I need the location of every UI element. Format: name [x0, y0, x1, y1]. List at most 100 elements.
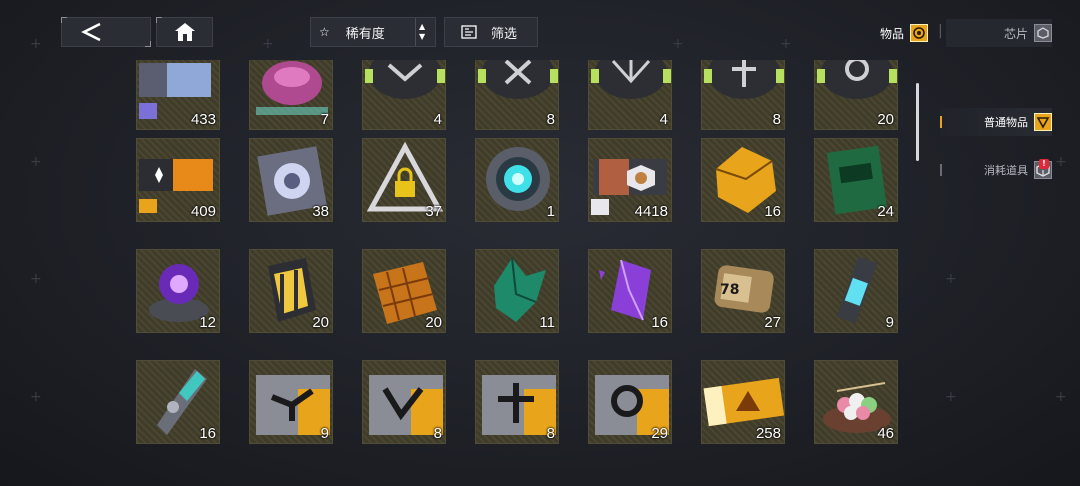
inventory-item[interactable]: 4	[588, 60, 672, 130]
item-grid: 433 7 4 8 4 8 20 409 38 37 1 4418 16 24 12 20 20 11 16 78 27…	[136, 60, 900, 486]
item-count: 9	[885, 314, 894, 331]
inventory-item[interactable]: 433	[136, 60, 220, 130]
item-count: 20	[425, 314, 442, 331]
inventory-item[interactable]: 29	[588, 360, 672, 444]
side-tab-general-items-label: 普通物品	[984, 116, 1028, 129]
svg-text:78: 78	[720, 282, 739, 298]
inventory-item[interactable]: 16	[136, 360, 220, 444]
inventory-item[interactable]: 8	[701, 60, 785, 130]
item-count: 16	[764, 203, 781, 220]
chevron-left-icon	[81, 22, 101, 42]
side-tab-consumables-label: 消耗道具	[984, 164, 1028, 177]
item-count: 4	[433, 111, 442, 128]
bg-plus-mark: +	[1055, 154, 1067, 170]
filter-label: 筛选	[491, 26, 518, 42]
inventory-item[interactable]: 258	[701, 360, 785, 444]
general-items-icon	[1034, 113, 1052, 131]
side-tab-general-items[interactable]: 普通物品	[940, 108, 1052, 136]
inventory-item[interactable]: 20	[249, 249, 333, 333]
inventory-item[interactable]: 409	[136, 138, 220, 222]
item-count: 8	[433, 425, 442, 442]
item-count: 1	[546, 203, 555, 220]
consumables-icon: !	[1034, 159, 1052, 179]
item-count: 20	[312, 314, 329, 331]
tab-chips[interactable]: 芯片	[946, 19, 1052, 47]
home-icon	[174, 23, 195, 41]
sort-button[interactable]: ☆ 稀有度 ▲ ▼	[310, 17, 436, 47]
bg-plus-mark: +	[30, 154, 42, 170]
notification-badge: !	[1039, 159, 1049, 169]
side-tab-marker	[940, 164, 942, 176]
inventory-item[interactable]: 4418	[588, 138, 672, 222]
item-count: 258	[755, 425, 781, 442]
inventory-item[interactable]: 8	[362, 360, 446, 444]
bg-plus-mark: +	[262, 36, 274, 52]
inventory-item[interactable]: 9	[249, 360, 333, 444]
star-outline-icon: ☆	[319, 25, 330, 39]
item-count: 29	[651, 425, 668, 442]
item-count: 8	[772, 111, 781, 128]
inventory-item[interactable]: 8	[475, 360, 559, 444]
inventory-item[interactable]: 38	[249, 138, 333, 222]
filter-icon	[461, 25, 477, 39]
inventory-item[interactable]: 11	[475, 249, 559, 333]
filter-button[interactable]: 筛选	[444, 17, 538, 47]
tab-chips-label: 芯片	[1003, 26, 1028, 41]
tab-separator: |	[938, 23, 943, 39]
item-count: 12	[199, 314, 216, 331]
bg-plus-mark: +	[30, 389, 42, 405]
sort-divider	[415, 18, 416, 46]
item-count: 8	[546, 425, 555, 442]
side-tab-marker	[940, 116, 942, 128]
tab-items-label: 物品	[879, 26, 904, 41]
bg-plus-mark: +	[672, 36, 684, 52]
bg-plus-mark: +	[945, 389, 957, 405]
item-count: 4418	[634, 203, 668, 220]
inventory-item[interactable]: 16	[701, 138, 785, 222]
side-tab-consumables[interactable]: 消耗道具 !	[940, 156, 1052, 184]
items-tab-icon	[910, 24, 928, 42]
inventory-item[interactable]: 37	[362, 138, 446, 222]
inventory-item[interactable]: 12	[136, 249, 220, 333]
item-count: 24	[877, 203, 894, 220]
bg-plus-mark: +	[1055, 389, 1067, 405]
inventory-item[interactable]: 46	[814, 360, 898, 444]
item-count: 16	[199, 425, 216, 442]
corner-mark	[61, 17, 67, 23]
scrollbar[interactable]	[916, 83, 919, 161]
home-button[interactable]	[156, 17, 213, 47]
item-count: 20	[877, 111, 894, 128]
inventory-item[interactable]: 16	[588, 249, 672, 333]
back-button[interactable]	[61, 17, 151, 47]
inventory-item[interactable]: 8	[475, 60, 559, 130]
item-count: 38	[312, 203, 329, 220]
inventory-item[interactable]: 20	[362, 249, 446, 333]
item-count: 409	[190, 203, 216, 220]
tab-items[interactable]: 物品	[828, 19, 928, 47]
item-count: 27	[764, 314, 781, 331]
inventory-item[interactable]: 9	[814, 249, 898, 333]
inventory-item[interactable]: 7	[249, 60, 333, 130]
item-count: 7	[320, 111, 329, 128]
item-count: 11	[539, 314, 555, 331]
bg-plus-mark: +	[780, 36, 792, 52]
bg-plus-mark: +	[30, 271, 42, 287]
item-count: 4	[659, 111, 668, 128]
bg-plus-mark: +	[945, 271, 957, 287]
corner-mark	[156, 17, 162, 23]
inventory-item[interactable]: 1	[475, 138, 559, 222]
chip-tab-icon	[1034, 24, 1052, 42]
sort-toggle-icon[interactable]: ▲ ▼	[419, 22, 425, 42]
bg-plus-mark: +	[30, 36, 42, 52]
corner-mark	[145, 41, 151, 47]
item-count: 433	[190, 111, 216, 128]
inventory-item[interactable]: 78 27	[701, 249, 785, 333]
sort-label: 稀有度	[345, 26, 385, 42]
item-count: 9	[320, 425, 329, 442]
item-count: 37	[425, 203, 442, 220]
item-count: 46	[877, 425, 894, 442]
inventory-item[interactable]: 4	[362, 60, 446, 130]
inventory-item[interactable]: 24	[814, 138, 898, 222]
item-count: 16	[651, 314, 668, 331]
inventory-item[interactable]: 20	[814, 60, 898, 130]
